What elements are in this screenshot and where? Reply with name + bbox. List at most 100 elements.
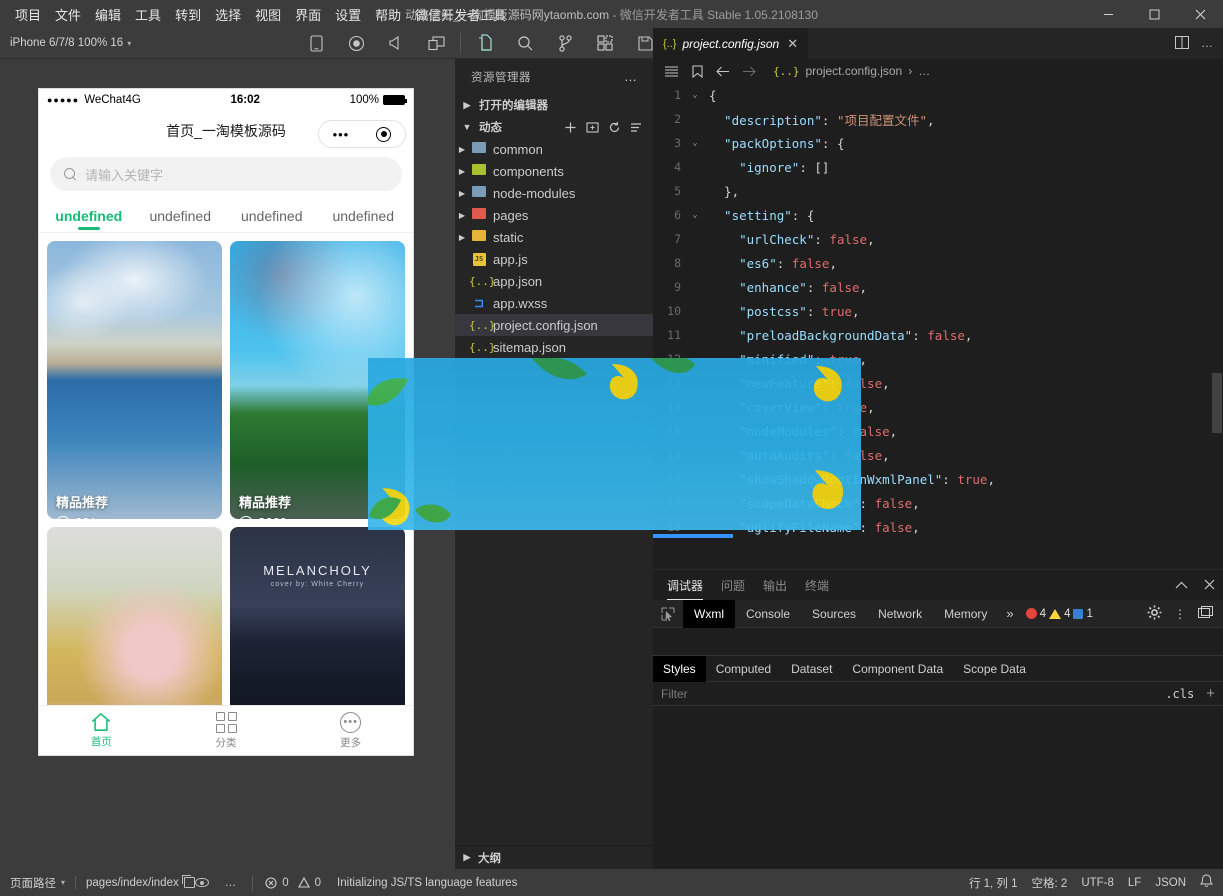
- code-line[interactable]: 8 "es6": false,: [653, 251, 1223, 275]
- forward-arrow-icon[interactable]: [739, 66, 759, 77]
- bell-icon[interactable]: [1200, 874, 1213, 891]
- menu-item-project[interactable]: 项目: [8, 1, 48, 28]
- tab-2[interactable]: undefined: [226, 203, 318, 232]
- devtools-tab-sources[interactable]: Sources: [801, 600, 867, 628]
- devtools-overflow-icon[interactable]: »: [998, 606, 1021, 621]
- devtools-tab-network[interactable]: Network: [867, 600, 933, 628]
- add-rule-button[interactable]: +: [1206, 685, 1215, 702]
- capsule-close-icon[interactable]: [376, 127, 391, 142]
- page-path-selector[interactable]: 页面路径 ▾: [10, 875, 65, 891]
- explorer-more-icon[interactable]: …: [624, 69, 639, 84]
- wechat-capsule-button[interactable]: •••: [318, 120, 406, 148]
- fold-chevron-icon[interactable]: ⌄: [687, 90, 703, 100]
- wallpaper-card[interactable]: MELANCHOLY cover by: White Cherry: [230, 527, 405, 705]
- tab-0[interactable]: undefined: [43, 203, 135, 232]
- extensions-icon[interactable]: [585, 28, 625, 59]
- error-badge[interactable]: 4: [1026, 608, 1046, 620]
- menu-item-view[interactable]: 视图: [248, 1, 288, 28]
- eye-icon[interactable]: [195, 878, 209, 887]
- tree-item-app-wxss[interactable]: ⊐ app.wxss: [455, 292, 653, 314]
- code-line[interactable]: 3⌄ "packOptions": {: [653, 131, 1223, 155]
- code-line[interactable]: 11 "preloadBackgroundData": false,: [653, 323, 1223, 347]
- new-folder-icon[interactable]: [583, 118, 601, 136]
- code-editor[interactable]: 1⌄{2 "description": "项目配置文件",3⌄ "packOpt…: [653, 83, 1223, 538]
- record-icon[interactable]: [336, 28, 376, 59]
- collapse-panel-icon[interactable]: [1175, 578, 1188, 593]
- source-control-icon[interactable]: [545, 28, 585, 59]
- cls-button[interactable]: .cls: [1165, 687, 1194, 701]
- styles-tab-dataset[interactable]: Dataset: [781, 656, 842, 682]
- close-button[interactable]: [1177, 0, 1223, 28]
- code-line[interactable]: 18 "scopeDataCheck": false,: [653, 491, 1223, 515]
- tabbar-item-more[interactable]: ••• 更多: [288, 706, 413, 755]
- warning-badge[interactable]: 4: [1049, 608, 1070, 620]
- styles-tab-styles[interactable]: Styles: [653, 656, 706, 682]
- line-ending[interactable]: LF: [1128, 877, 1141, 889]
- code-line[interactable]: 7 "urlCheck": false,: [653, 227, 1223, 251]
- code-line[interactable]: 17 "showShadowRootInWxmlPanel": true,: [653, 467, 1223, 491]
- code-line[interactable]: 10 "postcss": true,: [653, 299, 1223, 323]
- menu-item-tools[interactable]: 工具: [128, 1, 168, 28]
- code-line[interactable]: 1⌄{: [653, 83, 1223, 107]
- explorer-icon[interactable]: [465, 28, 505, 59]
- page-path-value-group[interactable]: pages/index/index: [86, 877, 195, 889]
- issue-badges[interactable]: 4 4 1: [1026, 608, 1093, 620]
- menu-item-settings[interactable]: 设置: [328, 1, 368, 28]
- status-more-icon[interactable]: …: [225, 877, 239, 889]
- wallpaper-card[interactable]: 精品推荐 201: [47, 241, 222, 519]
- scrollbar-thumb[interactable]: [1212, 373, 1222, 433]
- layout-icon[interactable]: [416, 28, 456, 59]
- encoding[interactable]: UTF-8: [1081, 877, 1114, 889]
- refresh-icon[interactable]: [605, 118, 623, 136]
- breadcrumb-tail[interactable]: …: [918, 64, 930, 78]
- panel-tab-terminal[interactable]: 终端: [805, 571, 829, 599]
- settings-gear-icon[interactable]: [1147, 605, 1162, 623]
- tree-item-sitemap-json[interactable]: {..} sitemap.json: [455, 336, 653, 358]
- outline-icon[interactable]: [661, 66, 681, 77]
- menu-item-devtools[interactable]: 微信开发者工具: [408, 1, 513, 28]
- menu-item-goto[interactable]: 转到: [168, 1, 208, 28]
- tree-item-common[interactable]: ▶ common: [455, 138, 653, 160]
- code-line[interactable]: 14 "coverView": true,: [653, 395, 1223, 419]
- tree-item-app-json[interactable]: {..} app.json: [455, 270, 653, 292]
- styles-filter-input[interactable]: Filter: [661, 687, 1165, 701]
- back-arrow-icon[interactable]: [713, 66, 733, 77]
- minimize-button[interactable]: [1085, 0, 1131, 28]
- editor-horizontal-scrollbar[interactable]: [653, 534, 733, 538]
- code-line[interactable]: 13 "newFeature": false,: [653, 371, 1223, 395]
- menu-item-help[interactable]: 帮助: [368, 1, 408, 28]
- tabbar-item-category[interactable]: 分类: [164, 706, 289, 755]
- inspect-element-icon[interactable]: [653, 607, 683, 621]
- wallpaper-card[interactable]: 精品推荐 3669: [230, 241, 405, 519]
- bookmark-icon[interactable]: [687, 65, 707, 78]
- devtools-tab-memory[interactable]: Memory: [933, 600, 998, 628]
- code-line[interactable]: 2 "description": "项目配置文件",: [653, 107, 1223, 131]
- panel-tab-output[interactable]: 输出: [763, 571, 787, 599]
- collapse-all-icon[interactable]: [627, 118, 645, 136]
- maximize-button[interactable]: [1131, 0, 1177, 28]
- more-actions-icon[interactable]: …: [1201, 36, 1215, 52]
- code-line[interactable]: 12 "minified": true,: [653, 347, 1223, 371]
- code-line[interactable]: 4 "ignore": []: [653, 155, 1223, 179]
- devtools-tab-wxml[interactable]: Wxml: [683, 600, 735, 628]
- device-icon[interactable]: [296, 28, 336, 59]
- styles-tab-computed[interactable]: Computed: [706, 656, 781, 682]
- styles-tab-component-data[interactable]: Component Data: [842, 656, 953, 682]
- tree-item-app-js[interactable]: JS app.js: [455, 248, 653, 270]
- tabbar-item-home[interactable]: 首页: [39, 706, 164, 755]
- tab-1[interactable]: undefined: [135, 203, 227, 232]
- tab-3[interactable]: undefined: [318, 203, 410, 232]
- wallpaper-card[interactable]: [47, 527, 222, 705]
- fold-chevron-icon[interactable]: ⌄: [687, 210, 703, 220]
- outline-section[interactable]: ▶ 大纲: [455, 845, 653, 869]
- volume-icon[interactable]: [376, 28, 416, 59]
- problems-indicator[interactable]: 0 0: [265, 877, 321, 889]
- close-panel-icon[interactable]: [1204, 578, 1215, 593]
- language-mode[interactable]: JSON: [1155, 877, 1186, 889]
- panel-tab-debugger[interactable]: 调试器: [667, 571, 703, 600]
- editor-scrollbar[interactable]: [1211, 83, 1223, 538]
- menu-item-select[interactable]: 选择: [208, 1, 248, 28]
- project-section[interactable]: ▼ 动态: [455, 116, 653, 138]
- breadcrumb-file[interactable]: project.config.json: [806, 64, 903, 78]
- menu-item-ui[interactable]: 界面: [288, 1, 328, 28]
